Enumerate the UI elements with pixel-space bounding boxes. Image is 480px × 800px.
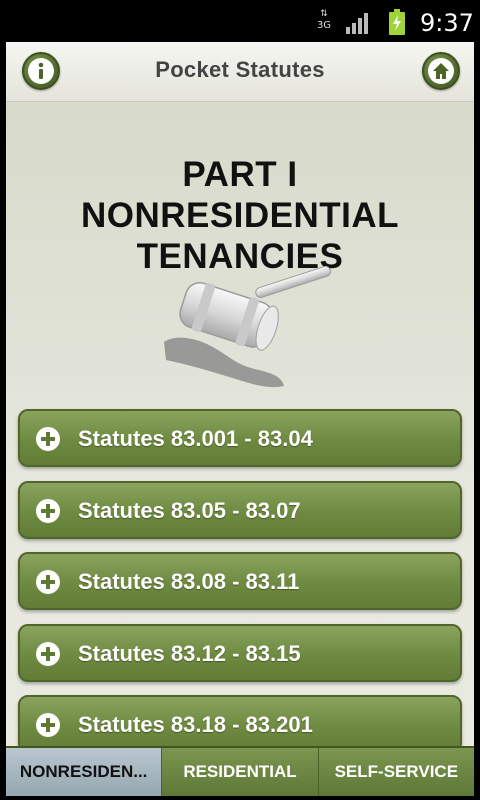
home-icon: [428, 58, 454, 84]
statute-item[interactable]: Statutes 83.08 - 83.11: [18, 552, 462, 610]
expand-plus-icon: [36, 570, 60, 594]
app-header: Pocket Statutes: [6, 42, 474, 102]
status-bar: ⇅ 3G 9:37: [0, 0, 480, 42]
bottom-tab-bar: NONRESIDEN... RESIDENTIAL SELF-SERVICE: [6, 746, 474, 796]
expand-plus-icon: [36, 713, 60, 737]
statute-item-label: Statutes 83.05 - 83.07: [78, 498, 301, 523]
tab-nonresidential[interactable]: NONRESIDEN...: [6, 748, 163, 796]
expand-plus-icon: [36, 499, 60, 523]
clock: 9:37: [420, 9, 474, 37]
network-type-label: 3G: [316, 20, 332, 31]
gavel-icon: [164, 265, 331, 388]
statute-item[interactable]: Statutes 83.12 - 83.15: [18, 624, 462, 682]
battery-charging-icon: [389, 9, 405, 35]
tab-self-service[interactable]: SELF-SERVICE: [319, 748, 474, 796]
network-type-icon: ⇅ 3G: [314, 9, 334, 35]
statute-item-label: Statutes 83.12 - 83.15: [78, 641, 301, 666]
main-content: PART I NONRESIDENTIAL TENANCIES Statutes…: [6, 102, 474, 746]
statute-item[interactable]: Statutes 83.001 - 83.04: [18, 409, 462, 467]
statute-item[interactable]: Statutes 83.05 - 83.07: [18, 481, 462, 539]
tab-residential[interactable]: RESIDENTIAL: [162, 748, 319, 796]
expand-plus-icon: [36, 642, 60, 666]
app-title: Pocket Statutes: [155, 57, 325, 82]
signal-bars-icon: [346, 13, 368, 34]
statute-item-label: Statutes 83.001 - 83.04: [78, 426, 313, 451]
home-button[interactable]: [422, 52, 460, 90]
statute-item-label: Statutes 83.18 - 83.201: [78, 712, 313, 737]
statute-item[interactable]: Statutes 83.18 - 83.201: [18, 695, 462, 746]
bottom-edge: [0, 796, 480, 800]
page-title: PART I NONRESIDENTIAL TENANCIES: [80, 155, 400, 276]
expand-plus-icon: [36, 427, 60, 451]
statute-item-label: Statutes 83.08 - 83.11: [78, 569, 300, 594]
